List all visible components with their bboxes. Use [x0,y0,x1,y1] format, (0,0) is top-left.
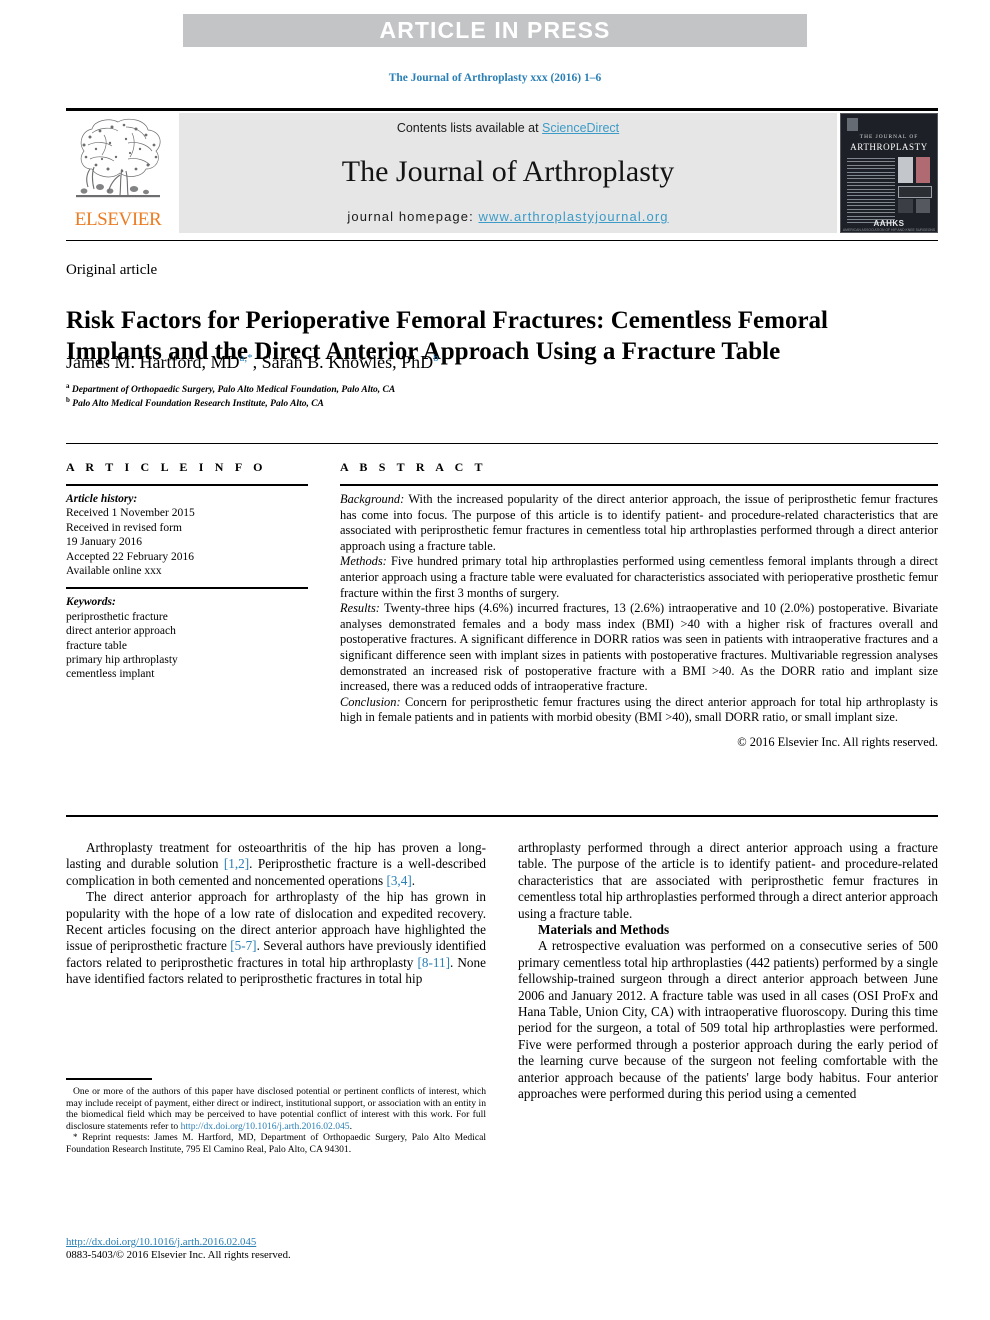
article-in-press-banner: ARTICLE IN PRESS [183,14,807,47]
citation-ref-1-2[interactable]: [1,2] [224,856,249,871]
contents-prefix: Contents lists available at [396,121,543,135]
body-paragraph-2: The direct anterior approach for arthrop… [66,889,486,987]
body-column-right: arthroplasty performed through a direct … [518,840,938,1103]
footnote-reprint: * Reprint requests: James M. Hartford, M… [66,1132,486,1155]
abstract-rule [340,484,938,486]
abstract-column: A B S T R A C T Background: With the inc… [340,460,938,751]
sciencedirect-link[interactable]: ScienceDirect [542,121,619,135]
keywords-label: Keywords: [66,596,116,609]
article-info-heading: A R T I C L E I N F O [66,460,267,474]
affiliation-b: b Palo Alto Medical Foundation Research … [66,396,886,409]
author-1-corresponding-marker: ,* [244,352,253,364]
masthead-bottom-rule [66,240,938,241]
journal-title: The Journal of Arthroplasty [341,155,675,188]
cover-society-subtitle: AMERICAN ASSOCIATION OF HIP AND KNEE SUR… [842,228,936,232]
journal-homepage-link[interactable]: www.arthroplastyjournal.org [479,209,669,224]
masthead-center-panel: Contents lists available at ScienceDirec… [179,113,837,233]
journal-homepage-line: journal homepage: www.arthroplastyjourna… [179,209,837,224]
abstract-background-text: With the increased popularity of the dir… [340,492,938,553]
doi-footer-block: http://dx.doi.org/10.1016/j.arth.2016.02… [66,1236,486,1262]
article-type-label: Original article [66,262,158,278]
abstract-results-text: Twenty-three hips (4.6%) incurred fractu… [340,601,938,694]
author-1-name: James M. Hartford, MD [66,352,240,372]
body-p1-part-c: . [411,872,416,888]
article-info-rule [66,484,308,486]
article-in-press-label: ARTICLE IN PRESS [379,17,611,43]
cover-title: ARTHROPLASTY [850,142,928,152]
section-heading-materials-and-methods: Materials and Methods [538,922,670,938]
abstract-conclusion: Conclusion: Concern for periprosthetic f… [340,695,938,726]
elsevier-tree-icon [76,118,161,198]
footnote-block: One or more of the authors of this paper… [66,1086,486,1156]
affiliation-b-text: Palo Alto Medical Foundation Research In… [69,399,324,410]
abstract-conclusion-label: Conclusion: [340,694,401,709]
abstract-conclusion-text: Concern for periprosthetic femur fractur… [340,694,938,725]
citation-ref-5-7[interactable]: [5-7] [230,938,256,953]
article-history-label: Article history: [66,493,138,505]
affiliation-a-text: Department of Orthopaedic Surgery, Palo … [69,385,396,396]
contents-available-line: Contents lists available at ScienceDirec… [179,121,837,135]
cover-emblem-icon [847,118,858,131]
abstract-background-label: Background: [340,492,405,506]
body-paragraph-4: A retrospective evaluation was performed… [518,938,938,1102]
author-2-name: , Sarah B. Knowles, PhD [252,352,434,372]
citation-ref-3-4[interactable]: [3,4] [386,873,411,888]
footnote-reprint-text: Reprint requests: James M. Hartford, MD,… [66,1132,486,1155]
cover-society-name: AAHKS [873,219,905,228]
footnote-disclosure-end: . [349,1120,353,1132]
cover-subtitle: THE JOURNAL OF [859,134,919,140]
footnote-separator-rule [66,1078,152,1080]
body-paragraph-1: Arthroplasty treatment for osteoarthriti… [66,840,486,889]
journal-cover-thumbnail: THE JOURNAL OF ARTHROPLASTY AAHKS AMERIC… [840,113,938,233]
abstract-methods: Methods: Five hundred primary total hip … [340,554,938,601]
affiliation-a: a Department of Orthopaedic Surgery, Pal… [66,382,886,395]
keywords-block: Keywords: periprosthetic fracture direct… [66,595,308,681]
journal-masthead: ELSEVIER Contents lists available at Sci… [66,113,938,233]
issn-copyright-line: 0883-5403/© 2016 Elsevier Inc. All right… [66,1249,291,1261]
abstract-methods-label: Methods: [340,554,387,569]
abstract-results: Results: Twenty-three hips (4.6%) incurr… [340,601,938,695]
doi-link[interactable]: http://dx.doi.org/10.1016/j.arth.2016.02… [66,1236,256,1248]
footnote-disclosure: One or more of the authors of this paper… [66,1086,486,1132]
cover-text-lines [847,158,895,224]
masthead-top-rule [66,108,938,111]
abstract-section-top-rule [66,443,938,444]
keywords-list: periprosthetic fracture direct anterior … [66,610,178,681]
abstract-copyright: © 2016 Elsevier Inc. All rights reserved… [737,734,938,749]
keywords-rule [66,587,308,590]
footnote-disclosure-doi-link[interactable]: http://dx.doi.org/10.1016/j.arth.2016.02… [181,1121,350,1132]
abstract-methods-text: Five hundred primary total hip arthropla… [340,554,938,600]
elsevier-wordmark: ELSEVIER [74,209,162,230]
cover-figure-thumbs [896,157,932,217]
abstract-section-bottom-rule [66,815,938,817]
author-list: James M. Hartford, MDa,*, Sarah B. Knowl… [66,352,886,373]
citation-ref-8-11[interactable]: [8-11] [418,955,450,970]
body-paragraph-3: arthroplasty performed through a direct … [518,840,939,921]
body-column-left: Arthroplasty treatment for osteoarthriti… [66,840,486,988]
homepage-prefix: journal homepage: [347,209,479,224]
abstract-results-label: Results: [340,601,380,616]
abstract-body: Background: With the increased popularit… [340,492,938,751]
article-history-lines: Received 1 November 2015 Received in rev… [66,507,195,578]
article-history-block: Article history: Received 1 November 201… [66,492,308,578]
elsevier-logo: ELSEVIER [66,113,170,233]
article-info-column: A R T I C L E I N F O Article history: R… [66,460,308,682]
author-2-affil-marker: b [433,352,439,364]
abstract-heading: A B S T R A C T [340,460,487,474]
abstract-background: Background: With the increased popularit… [340,492,938,554]
journal-citation-line: The Journal of Arthroplasty xxx (2016) 1… [388,72,602,84]
